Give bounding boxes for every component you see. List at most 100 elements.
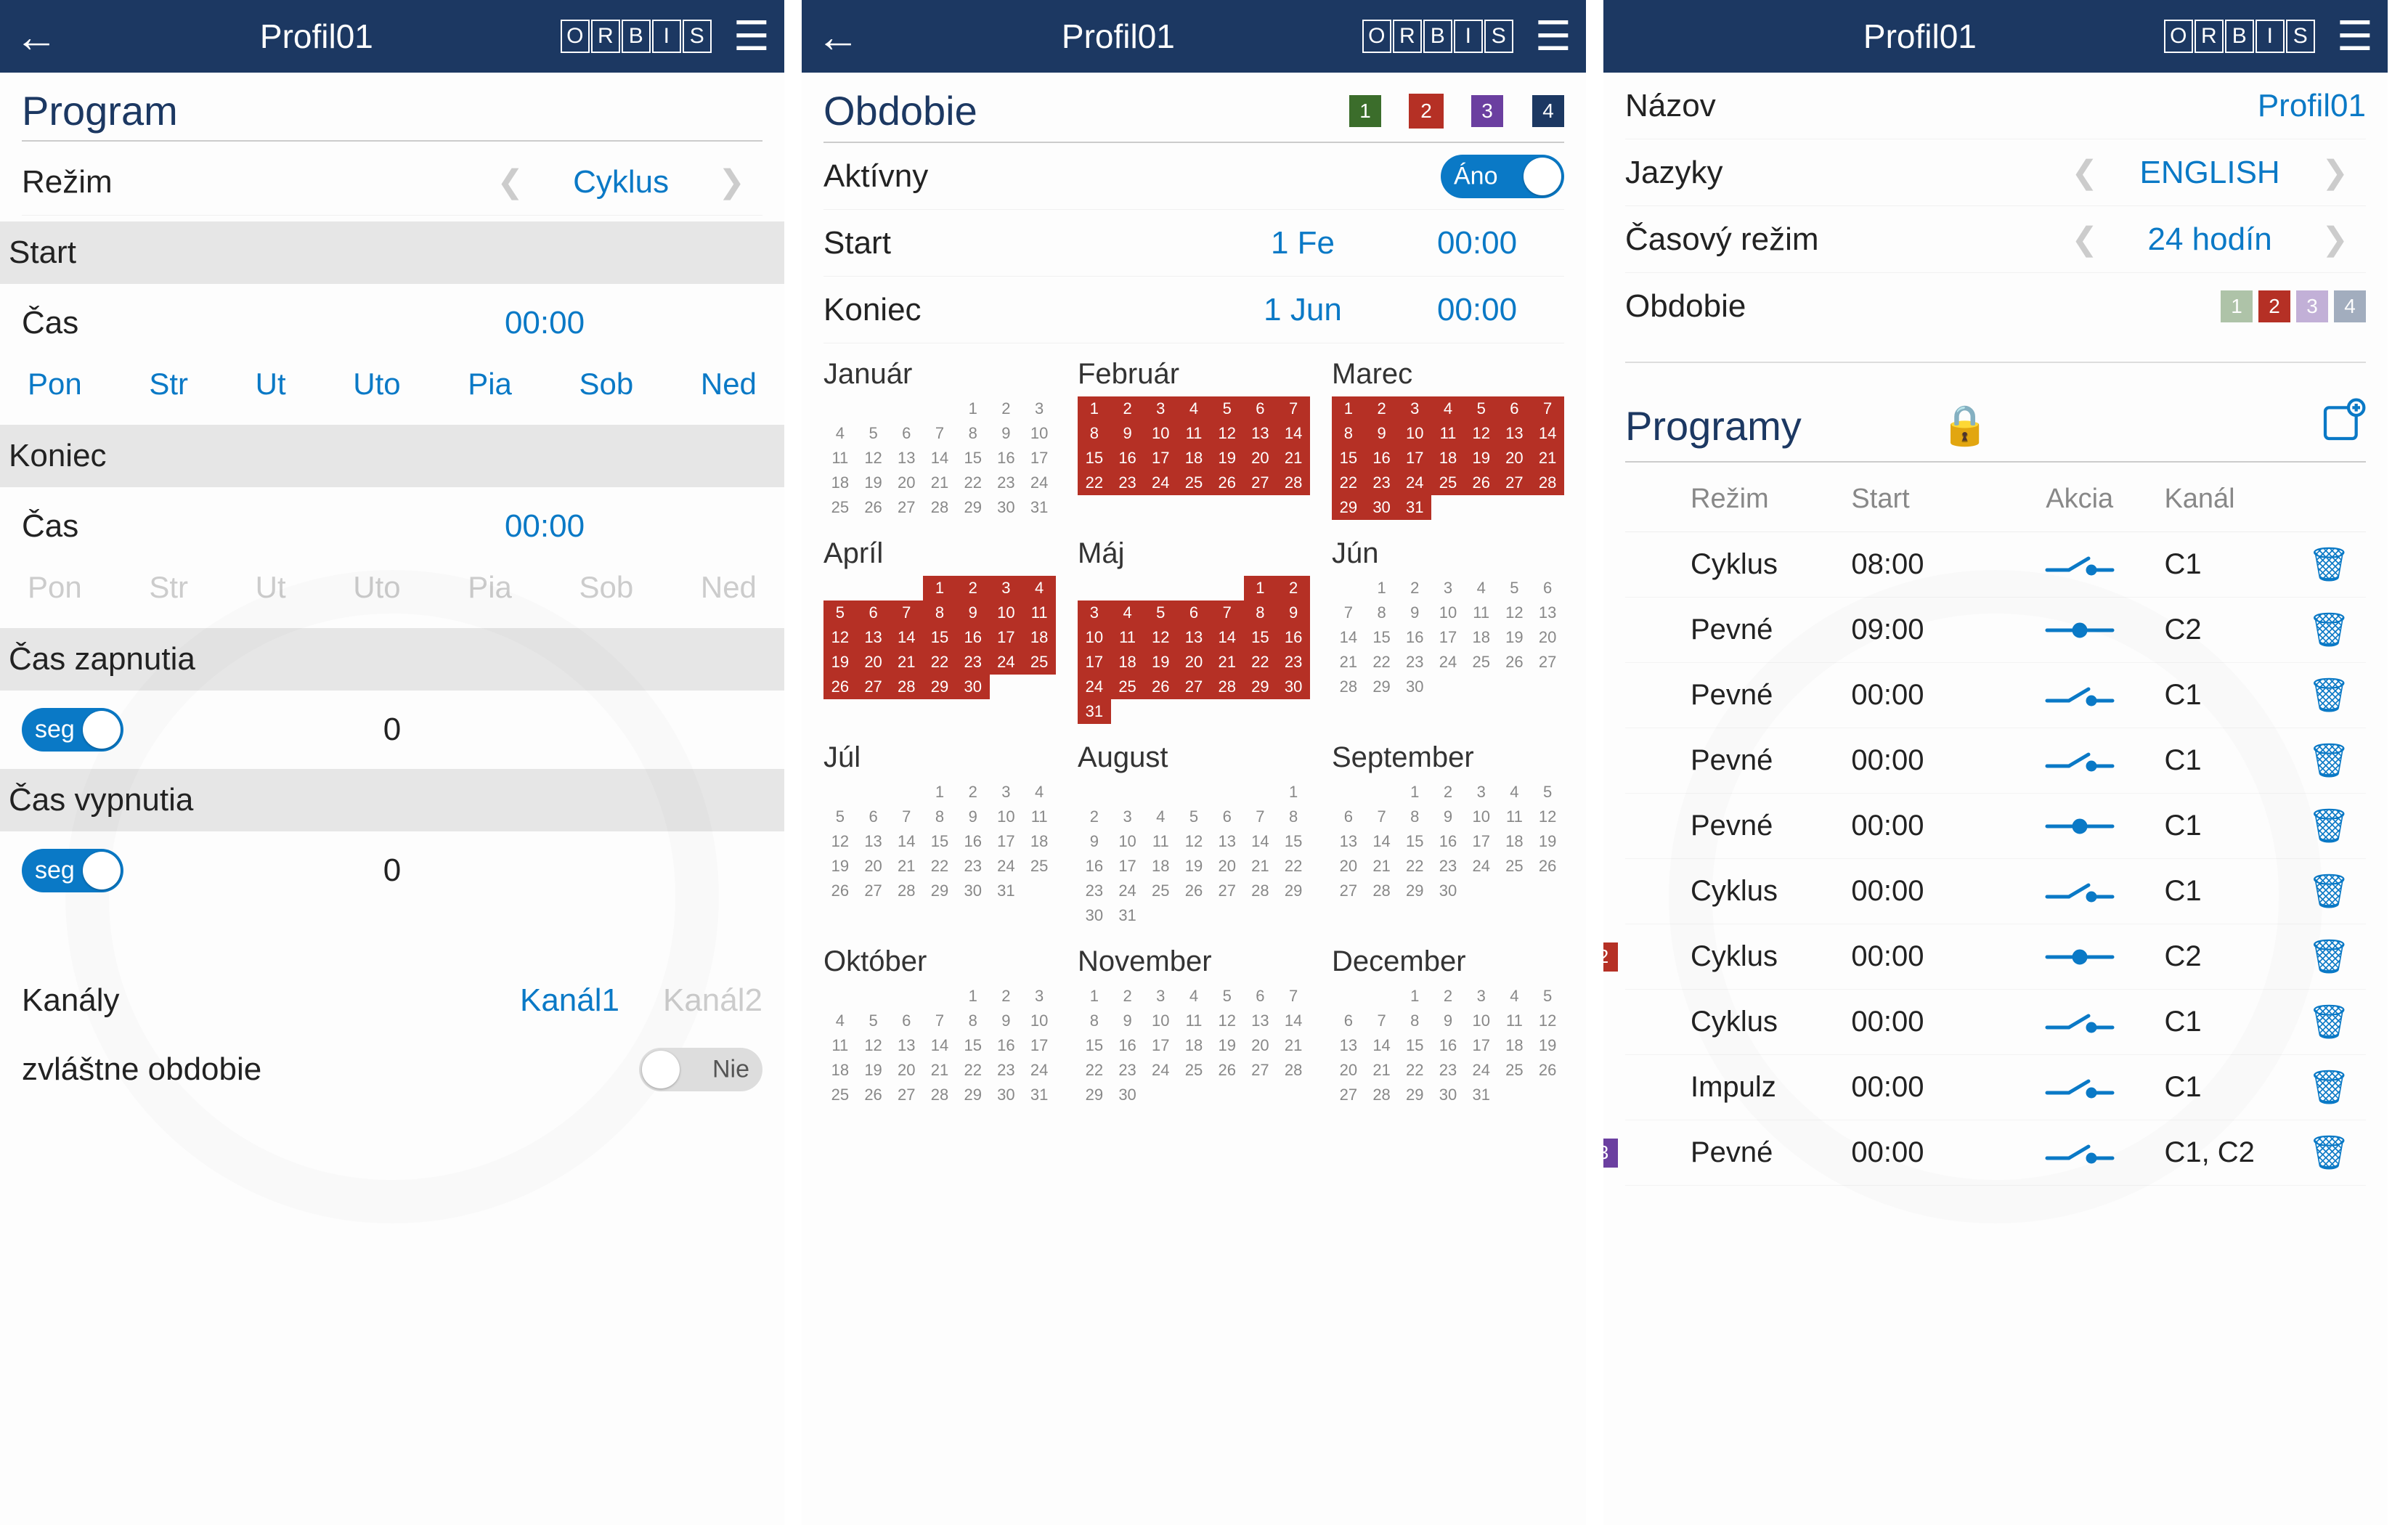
calendar-day[interactable]: 15 bbox=[923, 625, 956, 650]
calendar-day[interactable]: 23 bbox=[1431, 854, 1465, 879]
table-row[interactable]: 2Cyklus00:00C2🗑 bbox=[1625, 924, 2366, 990]
calendar-day[interactable]: 7 bbox=[923, 421, 956, 446]
calendar-day[interactable]: 14 bbox=[1277, 421, 1310, 446]
calendar-day[interactable]: 13 bbox=[1531, 600, 1564, 625]
day-toggle[interactable]: Ut bbox=[256, 367, 286, 402]
calendar-day[interactable]: 17 bbox=[1144, 446, 1177, 471]
calendar-day[interactable]: 11 bbox=[1144, 829, 1177, 854]
calendar-day[interactable]: 25 bbox=[1177, 471, 1211, 495]
calendar-day[interactable]: 13 bbox=[1244, 421, 1277, 446]
calendar-day[interactable]: 19 bbox=[1531, 1033, 1564, 1058]
calendar-day[interactable]: 6 bbox=[1332, 1009, 1365, 1033]
calendar-day[interactable]: 11 bbox=[1431, 421, 1465, 446]
calendar-day[interactable]: 24 bbox=[1022, 471, 1056, 495]
calendar-day[interactable]: 30 bbox=[990, 495, 1023, 520]
trash-icon[interactable]: 🗑 bbox=[2308, 675, 2366, 715]
calendar-day[interactable]: 17 bbox=[1398, 446, 1431, 471]
calendar-day[interactable]: 22 bbox=[1078, 1058, 1111, 1083]
calendar-day[interactable]: 6 bbox=[1332, 805, 1365, 829]
calendar-day[interactable]: 22 bbox=[956, 471, 990, 495]
calendar-day[interactable]: 6 bbox=[1177, 600, 1211, 625]
calendar-day[interactable]: 2 bbox=[1431, 780, 1465, 805]
calendar-day[interactable]: 29 bbox=[1277, 879, 1310, 903]
calendar-day[interactable]: 16 bbox=[1398, 625, 1431, 650]
calendar-day[interactable]: 5 bbox=[823, 600, 857, 625]
calendar-day[interactable]: 22 bbox=[1078, 471, 1111, 495]
calendar-day[interactable]: 11 bbox=[823, 1033, 857, 1058]
calendar-day[interactable]: 7 bbox=[1365, 805, 1399, 829]
calendar-day[interactable]: 10 bbox=[990, 600, 1023, 625]
trash-icon[interactable]: 🗑 bbox=[2308, 1133, 2366, 1173]
calendar-day[interactable]: 26 bbox=[1211, 1058, 1244, 1083]
special-period-toggle[interactable]: Nie bbox=[639, 1048, 762, 1091]
calendar-day[interactable]: 9 bbox=[1398, 600, 1431, 625]
calendar-day[interactable]: 1 bbox=[1277, 780, 1310, 805]
calendar-day[interactable]: 5 bbox=[857, 1009, 890, 1033]
calendar-day[interactable]: 13 bbox=[1498, 421, 1532, 446]
calendar-day[interactable]: 12 bbox=[823, 625, 857, 650]
calendar-day[interactable]: 16 bbox=[1277, 625, 1310, 650]
calendar-day[interactable]: 24 bbox=[1111, 879, 1144, 903]
calendar-day[interactable]: 19 bbox=[1144, 650, 1177, 675]
calendar-day[interactable]: 20 bbox=[1332, 854, 1365, 879]
off-seg-toggle[interactable]: seg bbox=[22, 849, 123, 892]
calendar-day[interactable]: 7 bbox=[1332, 600, 1365, 625]
calendar-day[interactable]: 29 bbox=[923, 675, 956, 699]
calendar-day[interactable]: 6 bbox=[1244, 984, 1277, 1009]
calendar-day[interactable]: 7 bbox=[890, 805, 923, 829]
calendar-day[interactable]: 6 bbox=[857, 600, 890, 625]
calendar-day[interactable]: 4 bbox=[1465, 576, 1498, 600]
calendar-day[interactable]: 28 bbox=[923, 1083, 956, 1107]
calendar-day[interactable]: 25 bbox=[1111, 675, 1144, 699]
calendar-day[interactable]: 28 bbox=[890, 879, 923, 903]
calendar-day[interactable]: 31 bbox=[1022, 1083, 1056, 1107]
calendar-day[interactable]: 29 bbox=[1365, 675, 1399, 699]
calendar-day[interactable]: 4 bbox=[1111, 600, 1144, 625]
calendar-day[interactable]: 24 bbox=[1398, 471, 1431, 495]
day-toggle[interactable]: Str bbox=[149, 367, 188, 402]
calendar-day[interactable]: 5 bbox=[1211, 396, 1244, 421]
calendar-day[interactable]: 27 bbox=[1332, 879, 1365, 903]
calendar-day[interactable]: 31 bbox=[1398, 495, 1431, 520]
calendar-day[interactable]: 2 bbox=[1111, 396, 1144, 421]
calendar-day[interactable]: 7 bbox=[923, 1009, 956, 1033]
calendar-day[interactable]: 4 bbox=[823, 421, 857, 446]
calendar-day[interactable]: 4 bbox=[1022, 780, 1056, 805]
day-toggle[interactable]: Ned bbox=[701, 570, 757, 605]
calendar-day[interactable]: 1 bbox=[1365, 576, 1399, 600]
period-badge-2[interactable]: 2 bbox=[2258, 290, 2290, 322]
period-4-tab[interactable]: 4 bbox=[1532, 95, 1564, 127]
calendar-day[interactable]: 24 bbox=[990, 854, 1023, 879]
calendar-day[interactable]: 30 bbox=[1431, 1083, 1465, 1107]
calendar-day[interactable]: 9 bbox=[990, 1009, 1023, 1033]
calendar-day[interactable]: 12 bbox=[857, 446, 890, 471]
calendar-day[interactable]: 2 bbox=[1431, 984, 1465, 1009]
calendar-day[interactable]: 22 bbox=[923, 854, 956, 879]
calendar-day[interactable]: 28 bbox=[1211, 675, 1244, 699]
calendar-day[interactable]: 25 bbox=[1022, 650, 1056, 675]
calendar-day[interactable]: 13 bbox=[1332, 829, 1365, 854]
calendar-day[interactable]: 25 bbox=[1144, 879, 1177, 903]
calendar-day[interactable]: 13 bbox=[1332, 1033, 1365, 1058]
calendar-day[interactable]: 11 bbox=[823, 446, 857, 471]
calendar-day[interactable]: 1 bbox=[956, 984, 990, 1009]
calendar-day[interactable]: 18 bbox=[823, 471, 857, 495]
calendar-day[interactable]: 27 bbox=[1244, 1058, 1277, 1083]
calendar-day[interactable]: 13 bbox=[857, 829, 890, 854]
calendar-day[interactable]: 3 bbox=[1144, 396, 1177, 421]
calendar-day[interactable]: 21 bbox=[1211, 650, 1244, 675]
calendar-day[interactable]: 21 bbox=[890, 650, 923, 675]
calendar-day[interactable]: 7 bbox=[1244, 805, 1277, 829]
calendar-day[interactable]: 20 bbox=[857, 854, 890, 879]
calendar-day[interactable]: 16 bbox=[956, 625, 990, 650]
day-toggle[interactable]: Pia bbox=[468, 570, 512, 605]
calendar-day[interactable]: 1 bbox=[1398, 984, 1431, 1009]
calendar-day[interactable]: 30 bbox=[1398, 675, 1431, 699]
calendar-day[interactable]: 14 bbox=[1531, 421, 1564, 446]
channel-2[interactable]: Kanál2 bbox=[663, 982, 762, 1019]
calendar-day[interactable]: 29 bbox=[956, 495, 990, 520]
calendar-day[interactable]: 30 bbox=[1111, 1083, 1144, 1107]
calendar-day[interactable]: 15 bbox=[1078, 446, 1111, 471]
calendar-day[interactable]: 14 bbox=[1365, 829, 1399, 854]
calendar-day[interactable]: 16 bbox=[1078, 854, 1111, 879]
